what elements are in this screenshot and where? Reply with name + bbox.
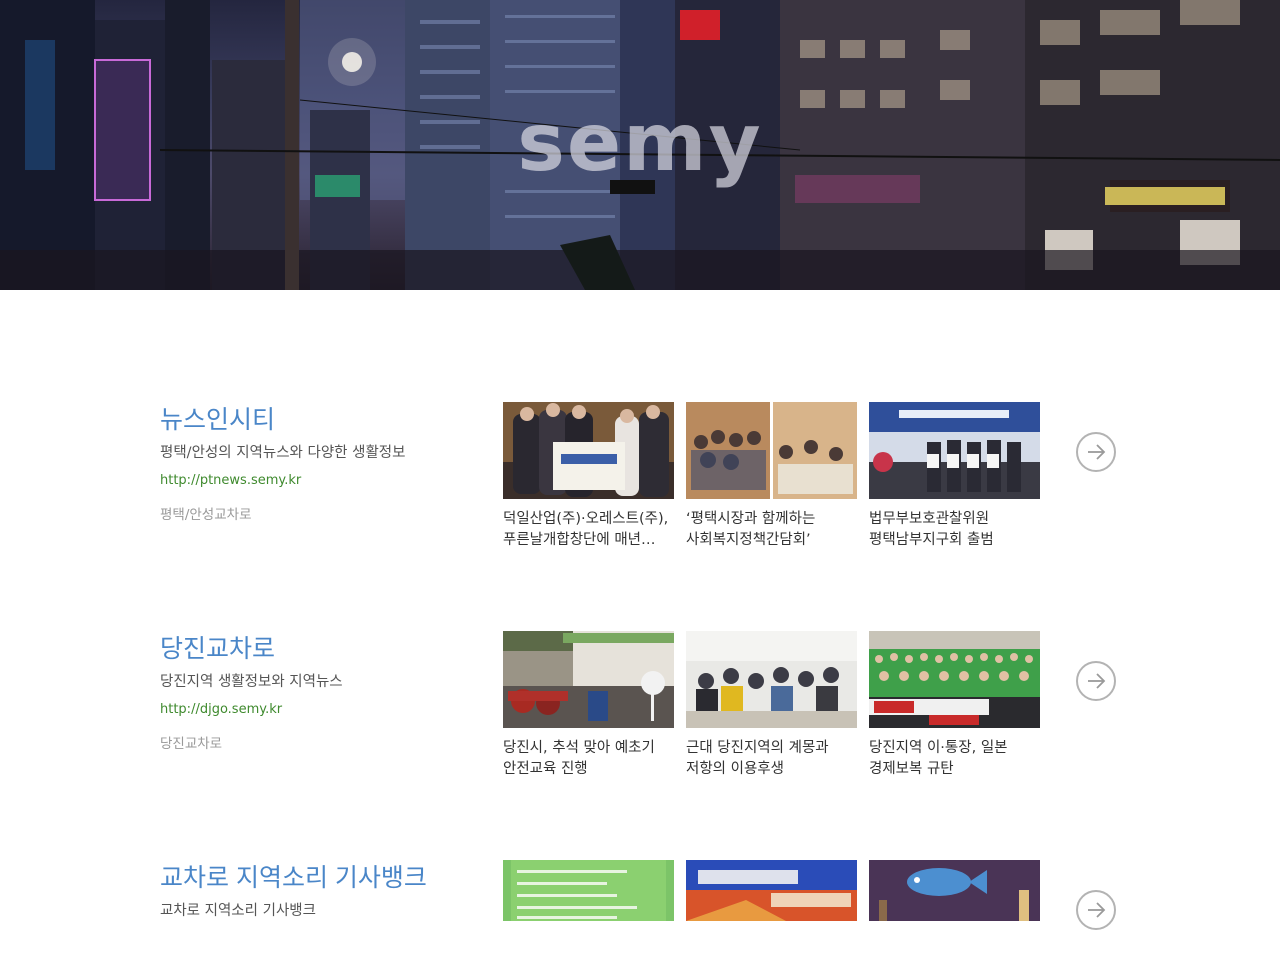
site-name-link[interactable]: 뉴스인시티 <box>160 402 480 438</box>
article-thumbnail <box>503 631 674 728</box>
article-title[interactable]: ‘평택시장과 함께하는 사회복지정책간담회’ <box>686 509 857 551</box>
site-info: 교차로 지역소리 기사뱅크 교차로 지역소리 기사뱅크 <box>160 860 480 924</box>
article-title[interactable]: 법무부보호관찰위원 평택남부지구회 출범 <box>869 509 1040 551</box>
article-title[interactable]: 덕일산업(주)·오레스트(주), 푸른날개합창단에 매년… <box>503 509 674 551</box>
next-articles-button[interactable] <box>1076 890 1116 930</box>
article-card[interactable]: 당진지역 이·통장, 일본 경제보복 규탄 <box>869 631 1040 780</box>
site-description: 평택/안성의 지역뉴스와 다양한 생활정보 <box>160 445 406 461</box>
site-info: 뉴스인시티 평택/안성의 지역뉴스와 다양한 생활정보 http://ptnew… <box>160 402 480 526</box>
article-thumbnail <box>686 860 857 921</box>
next-articles-button[interactable] <box>1076 432 1116 472</box>
article-card[interactable] <box>686 860 857 957</box>
article-card[interactable]: 덕일산업(주)·오레스트(주), 푸른날개합창단에 매년… <box>503 402 674 551</box>
arrow-right-icon <box>1088 673 1106 689</box>
article-title[interactable]: 당진지역 이·통장, 일본 경제보복 규탄 <box>869 738 1040 780</box>
article-thumbnail <box>503 860 674 921</box>
site-url-link[interactable]: http://djgo.semy.kr <box>160 699 480 721</box>
article-title[interactable]: 근대 당진지역의 계몽과 저항의 이용후생 <box>686 738 857 780</box>
article-card[interactable] <box>503 860 674 957</box>
hero-logo-text: semy <box>517 96 763 189</box>
site-url-link[interactable]: http://ptnews.semy.kr <box>160 470 480 492</box>
article-title[interactable]: 당진시, 추석 맞아 예초기 안전교육 진행 <box>503 738 674 780</box>
site-category: 당진교차로 <box>160 736 223 752</box>
article-thumbnail <box>869 402 1040 499</box>
arrow-right-icon <box>1088 444 1106 460</box>
article-thumbnail <box>686 631 857 728</box>
site-name-link[interactable]: 교차로 지역소리 기사뱅크 <box>160 860 480 896</box>
article-thumbnail <box>869 631 1040 728</box>
article-thumbnail <box>686 402 857 499</box>
hero-banner: semy <box>0 0 1280 290</box>
article-card[interactable]: 당진시, 추석 맞아 예초기 안전교육 진행 <box>503 631 674 780</box>
article-card[interactable]: ‘평택시장과 함께하는 사회복지정책간담회’ <box>686 402 857 551</box>
article-thumbnail <box>503 402 674 499</box>
site-description: 교차로 지역소리 기사뱅크 <box>160 903 316 919</box>
site-info: 당진교차로 당진지역 생활정보와 지역뉴스 http://djgo.semy.k… <box>160 631 480 755</box>
article-card[interactable]: 법무부보호관찰위원 평택남부지구회 출범 <box>869 402 1040 551</box>
arrow-right-icon <box>1088 902 1106 918</box>
next-articles-button[interactable] <box>1076 661 1116 701</box>
site-category: 평택/안성교차로 <box>160 507 252 523</box>
article-card[interactable]: 근대 당진지역의 계몽과 저항의 이용후생 <box>686 631 857 780</box>
site-name-link[interactable]: 당진교차로 <box>160 631 480 667</box>
article-card[interactable] <box>869 860 1040 957</box>
site-description: 당진지역 생활정보와 지역뉴스 <box>160 674 343 690</box>
article-thumbnail <box>869 860 1040 921</box>
